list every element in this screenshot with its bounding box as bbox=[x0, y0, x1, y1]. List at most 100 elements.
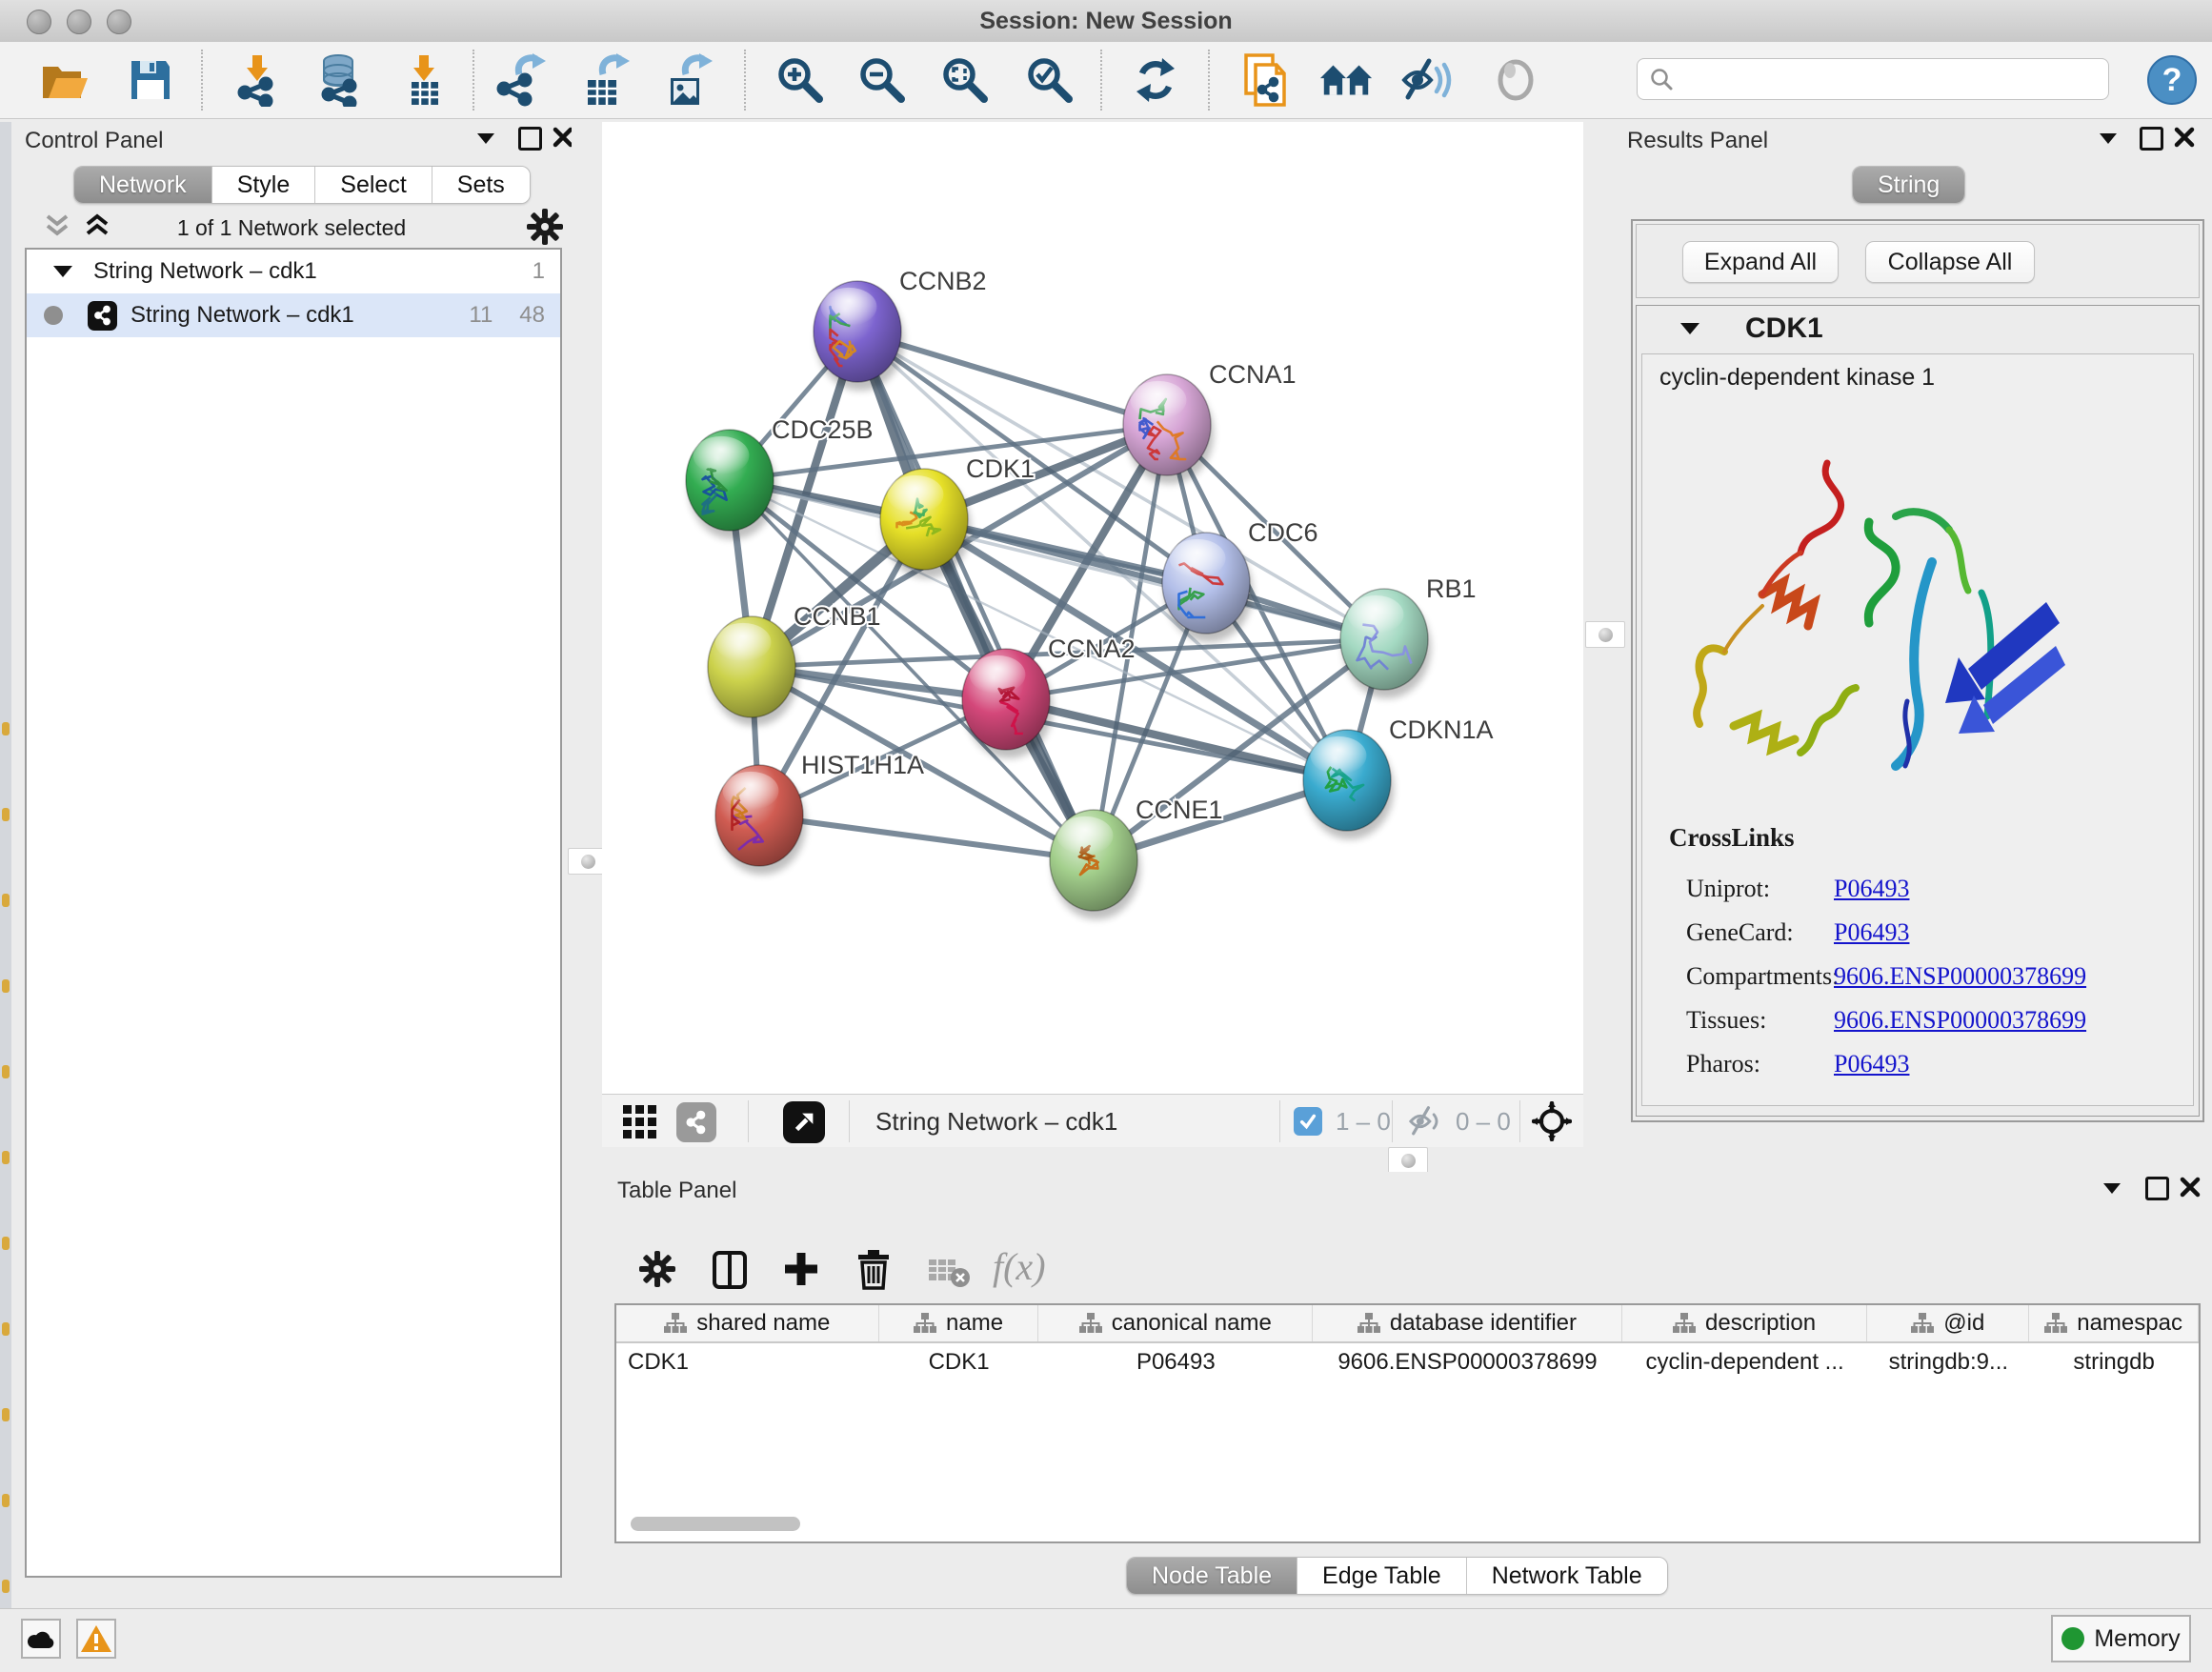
export-image-icon[interactable] bbox=[662, 52, 717, 108]
crosslink-value-link[interactable]: P06493 bbox=[1834, 1050, 1909, 1078]
selected-items-checkbox[interactable] bbox=[1294, 1107, 1322, 1136]
refresh-icon[interactable] bbox=[1128, 52, 1183, 108]
panel-menu-icon[interactable] bbox=[2100, 133, 2117, 144]
home-icon[interactable] bbox=[1318, 52, 1374, 108]
crosslink-value-link[interactable]: P06493 bbox=[1834, 875, 1909, 903]
network-node-CDK1[interactable] bbox=[880, 469, 971, 578]
network-options-gear-icon[interactable] bbox=[526, 208, 564, 246]
panel-close-icon[interactable] bbox=[2174, 127, 2195, 148]
export-table-icon[interactable] bbox=[579, 52, 634, 108]
show-graphics-details-icon[interactable] bbox=[1488, 52, 1543, 108]
column-header-label: database identifier bbox=[1390, 1310, 1577, 1337]
panel-menu-icon[interactable] bbox=[477, 133, 494, 144]
horizontal-splitter-handle[interactable] bbox=[1388, 1147, 1428, 1174]
network-node-CDKN1A[interactable] bbox=[1303, 730, 1394, 839]
zoom-out-icon[interactable] bbox=[855, 52, 910, 108]
grid-view-icon[interactable] bbox=[623, 1105, 657, 1139]
column-header-name[interactable]: name bbox=[879, 1305, 1039, 1341]
tab-edge-table[interactable]: Edge Table bbox=[1297, 1558, 1467, 1594]
column-header-description[interactable]: description bbox=[1622, 1305, 1868, 1341]
open-session-icon[interactable] bbox=[37, 52, 92, 108]
warning-icon bbox=[80, 1624, 112, 1653]
import-network-file-icon[interactable] bbox=[231, 52, 286, 108]
tab-network[interactable]: Network bbox=[74, 167, 212, 203]
network-node-CCNB1[interactable] bbox=[708, 616, 798, 726]
toolbar-separator bbox=[473, 50, 474, 111]
import-table-icon[interactable] bbox=[397, 52, 452, 108]
crosslink-value-link[interactable]: 9606.ENSP00000378699 bbox=[1834, 962, 2086, 991]
collapse-tree-icon[interactable] bbox=[53, 266, 72, 277]
network-edge-CCNB2-CCNA1[interactable] bbox=[857, 332, 1167, 425]
network-node-RB1[interactable] bbox=[1340, 589, 1431, 698]
crosslink-label: Uniprot: bbox=[1686, 875, 1834, 903]
panel-close-icon[interactable] bbox=[553, 127, 573, 148]
panel-float-icon[interactable] bbox=[518, 127, 542, 151]
network-node-CCNE1[interactable] bbox=[1050, 810, 1140, 919]
table-row[interactable]: CDK1CDK1P064939606.ENSP00000378699cyclin… bbox=[616, 1343, 2199, 1381]
results-entry: CDK1 cyclin-dependent kinase 1 bbox=[1636, 305, 2200, 1117]
save-session-icon[interactable] bbox=[123, 52, 178, 108]
zoom-selected-icon[interactable] bbox=[1022, 52, 1077, 108]
network-tree-root-row[interactable]: String Network – cdk1 1 bbox=[27, 250, 560, 293]
network-node-CDC25B[interactable] bbox=[686, 430, 776, 539]
birdseye-view-icon[interactable] bbox=[783, 1101, 825, 1143]
import-network-database-icon[interactable] bbox=[311, 52, 366, 108]
table-options-gear-icon[interactable] bbox=[638, 1250, 676, 1288]
search-input[interactable] bbox=[1674, 65, 2108, 93]
right-splitter-handle[interactable] bbox=[1585, 621, 1625, 648]
network-node-CCNA1[interactable] bbox=[1123, 374, 1214, 484]
panel-close-icon[interactable] bbox=[2180, 1177, 2201, 1198]
cloud-icon bbox=[27, 1628, 55, 1649]
horizontal-scrollbar-thumb[interactable] bbox=[631, 1517, 800, 1531]
fit-content-icon[interactable] bbox=[1532, 1101, 1572, 1141]
tab-select[interactable]: Select bbox=[315, 167, 432, 203]
column-header-label: namespac bbox=[2077, 1310, 2182, 1337]
node-label-CCNA1: CCNA1 bbox=[1209, 360, 1297, 389]
memory-button[interactable]: Memory bbox=[2051, 1615, 2191, 1662]
warning-status-button[interactable] bbox=[76, 1619, 116, 1659]
hide-graphics-details-icon[interactable] bbox=[1399, 52, 1455, 108]
network-node-HIST1H1A[interactable] bbox=[715, 765, 806, 875]
add-column-icon[interactable] bbox=[782, 1250, 820, 1288]
panel-float-icon[interactable] bbox=[2140, 127, 2163, 151]
column-header-database-identifier[interactable]: database identifier bbox=[1313, 1305, 1622, 1341]
status-bar: Memory bbox=[0, 1608, 2212, 1672]
cloud-status-button[interactable] bbox=[21, 1619, 61, 1659]
tab-node-table[interactable]: Node Table bbox=[1127, 1558, 1297, 1594]
column-type-icon bbox=[2044, 1312, 2067, 1335]
network-canvas[interactable]: CCNB2CCNA1CDC25BCDK1CDC6RB1CCNB1CCNA2CDK… bbox=[602, 122, 1583, 1094]
collapse-all-button[interactable]: Collapse All bbox=[1865, 241, 2035, 283]
tab-sets[interactable]: Sets bbox=[432, 167, 530, 203]
copy-document-icon[interactable] bbox=[1237, 52, 1293, 108]
column-header-namespac[interactable]: namespac bbox=[2029, 1305, 2199, 1341]
delete-column-icon[interactable] bbox=[856, 1250, 891, 1290]
crosslink-value-link[interactable]: 9606.ENSP00000378699 bbox=[1834, 1006, 2086, 1035]
column-header-label: description bbox=[1705, 1310, 1816, 1337]
network-node-CCNB2[interactable] bbox=[814, 281, 904, 391]
expand-all-button[interactable]: Expand All bbox=[1682, 241, 1839, 283]
crosslink-value-link[interactable]: P06493 bbox=[1834, 918, 1909, 947]
tab-style[interactable]: Style bbox=[212, 167, 316, 203]
zoom-in-icon[interactable] bbox=[773, 52, 828, 108]
tab-string[interactable]: String bbox=[1853, 167, 1964, 203]
function-builder-icon: f(x) bbox=[993, 1244, 1046, 1289]
network-node-CCNA2[interactable] bbox=[962, 649, 1053, 758]
network-node-CDC6[interactable] bbox=[1162, 533, 1253, 642]
help-icon[interactable]: ? bbox=[2144, 52, 2200, 108]
column-header-shared-name[interactable]: shared name bbox=[616, 1305, 879, 1341]
panel-menu-icon[interactable] bbox=[2103, 1183, 2121, 1194]
panel-float-icon[interactable] bbox=[2145, 1177, 2169, 1200]
tab-network-table[interactable]: Network Table bbox=[1467, 1558, 1667, 1594]
collapse-entry-icon[interactable] bbox=[1680, 323, 1699, 334]
export-network-icon[interactable] bbox=[495, 52, 551, 108]
zoom-fit-icon[interactable] bbox=[937, 52, 993, 108]
show-columns-icon[interactable] bbox=[712, 1250, 748, 1290]
column-header--id[interactable]: @id bbox=[1867, 1305, 2029, 1341]
network-tree-child-row[interactable]: String Network – cdk1 11 48 bbox=[27, 293, 560, 337]
network-edge-HIST1H1A-CCNE1[interactable] bbox=[759, 816, 1094, 860]
string-view-icon[interactable] bbox=[676, 1102, 716, 1142]
crosslink-row: Uniprot:P06493 bbox=[1686, 867, 2182, 911]
toolbar-separator bbox=[1208, 50, 1210, 111]
results-entry-header[interactable]: CDK1 bbox=[1637, 306, 2199, 352]
column-header-canonical-name[interactable]: canonical name bbox=[1038, 1305, 1313, 1341]
